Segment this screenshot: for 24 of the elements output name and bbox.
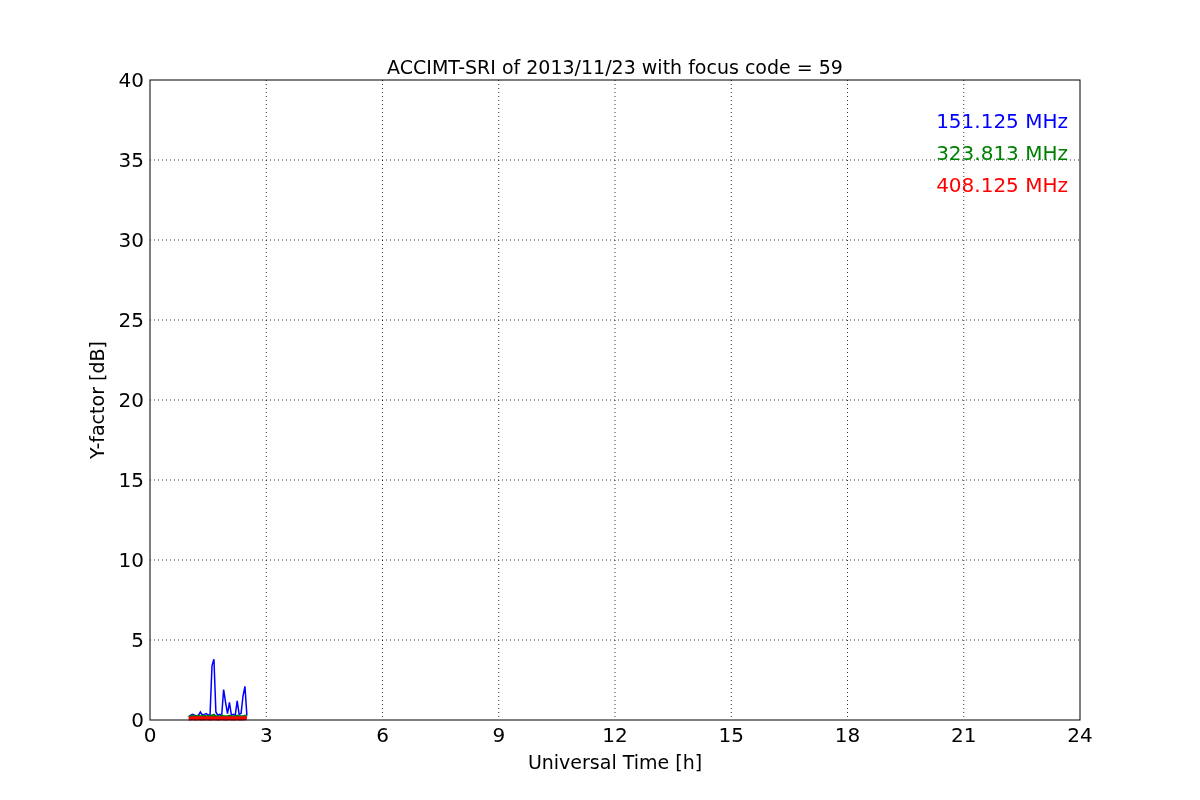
x-tick-label: 21 (951, 723, 977, 747)
x-tick-label: 24 (1067, 723, 1093, 747)
x-tick-label: 6 (376, 723, 389, 747)
y-tick-label: 15 (118, 468, 144, 492)
y-tick-label: 5 (131, 628, 144, 652)
x-tick-label: 9 (492, 723, 506, 747)
y-tick-label: 10 (118, 548, 144, 572)
x-axis-label: Universal Time [h] (527, 751, 703, 773)
y-tick-label: 0 (131, 708, 144, 732)
y-tick-label: 30 (118, 228, 144, 252)
legend-label: 323.813 MHz (936, 141, 1068, 165)
y-axis-label: Y-factor [dB] (86, 341, 108, 459)
y-tick-label: 40 (118, 68, 144, 92)
y-tick-label: 20 (118, 388, 144, 412)
x-tick-label: 15 (718, 723, 744, 747)
legend-label: 151.125 MHz (936, 109, 1068, 133)
x-tick-label: 0 (143, 723, 157, 747)
legend-label: 408.125 MHz (936, 173, 1068, 197)
chart-title: ACCIMT-SRI of 2013/11/23 with focus code = 59 (387, 56, 843, 78)
x-tick-label: 12 (602, 723, 628, 747)
x-tick-label: 18 (834, 723, 861, 747)
y-tick-label: 35 (118, 148, 144, 172)
y-tick-label: 25 (118, 308, 144, 332)
x-tick-label: 3 (259, 723, 273, 747)
